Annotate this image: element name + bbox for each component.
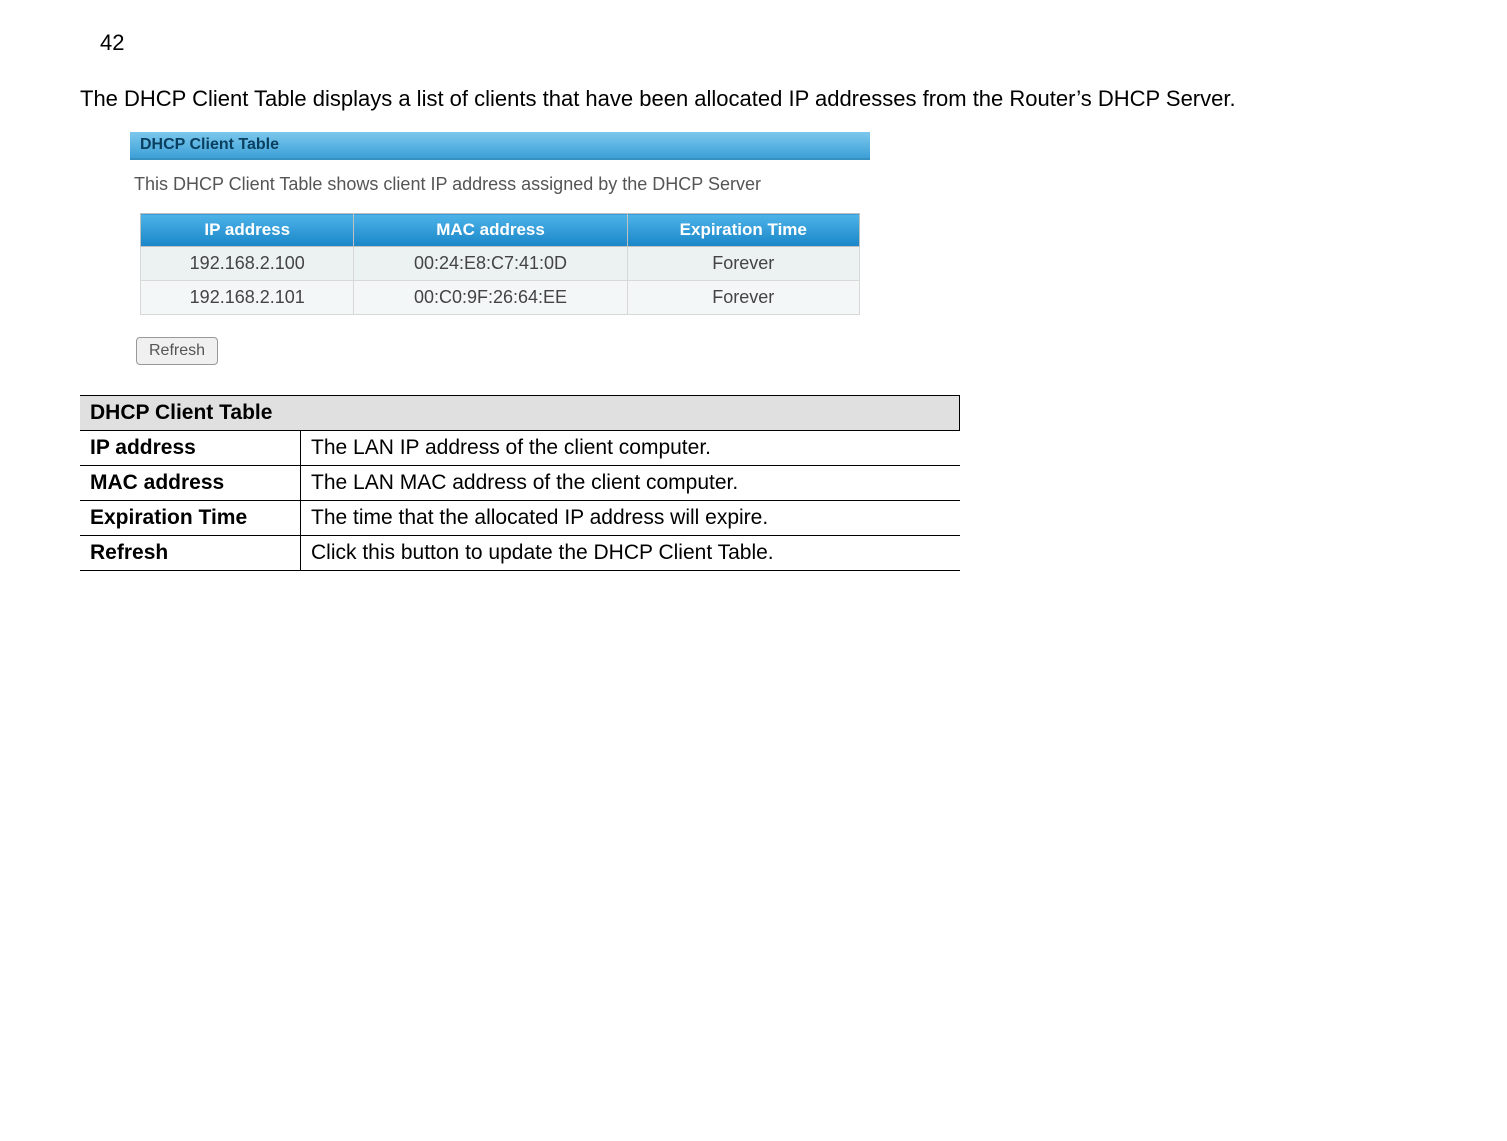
table-row: MAC address The LAN MAC address of the c… — [80, 466, 960, 501]
table-row: 192.168.2.100 00:24:E8:C7:41:0D Forever — [141, 247, 860, 281]
col-header-mac: MAC address — [354, 214, 627, 247]
def-term: MAC address — [80, 466, 301, 501]
col-header-ip: IP address — [141, 214, 354, 247]
panel-description: This DHCP Client Table shows client IP a… — [130, 160, 870, 213]
refresh-button[interactable]: Refresh — [136, 337, 218, 365]
cell-ip: 192.168.2.100 — [141, 247, 354, 281]
intro-text: The DHCP Client Table displays a list of… — [80, 86, 1427, 112]
table-row: IP address The LAN IP address of the cli… — [80, 431, 960, 466]
panel-title: DHCP Client Table — [130, 132, 870, 160]
page-number: 42 — [100, 30, 1427, 56]
dhcp-client-table: IP address MAC address Expiration Time 1… — [140, 213, 860, 315]
definition-table-title-row: DHCP Client Table — [80, 396, 960, 431]
def-desc: The LAN IP address of the client compute… — [301, 431, 960, 466]
definition-table: DHCP Client Table IP address The LAN IP … — [80, 395, 960, 571]
definition-table-title: DHCP Client Table — [80, 396, 960, 431]
col-header-expiration: Expiration Time — [627, 214, 859, 247]
def-desc: Click this button to update the DHCP Cli… — [301, 536, 960, 571]
cell-expiration: Forever — [627, 247, 859, 281]
def-term: Refresh — [80, 536, 301, 571]
table-row: Refresh Click this button to update the … — [80, 536, 960, 571]
def-term: IP address — [80, 431, 301, 466]
def-term: Expiration Time — [80, 501, 301, 536]
def-desc: The time that the allocated IP address w… — [301, 501, 960, 536]
cell-expiration: Forever — [627, 281, 859, 315]
def-desc: The LAN MAC address of the client comput… — [301, 466, 960, 501]
table-row: Expiration Time The time that the alloca… — [80, 501, 960, 536]
dhcp-client-table-panel: DHCP Client Table This DHCP Client Table… — [130, 132, 870, 365]
table-row: 192.168.2.101 00:C0:9F:26:64:EE Forever — [141, 281, 860, 315]
cell-ip: 192.168.2.101 — [141, 281, 354, 315]
cell-mac: 00:24:E8:C7:41:0D — [354, 247, 627, 281]
cell-mac: 00:C0:9F:26:64:EE — [354, 281, 627, 315]
